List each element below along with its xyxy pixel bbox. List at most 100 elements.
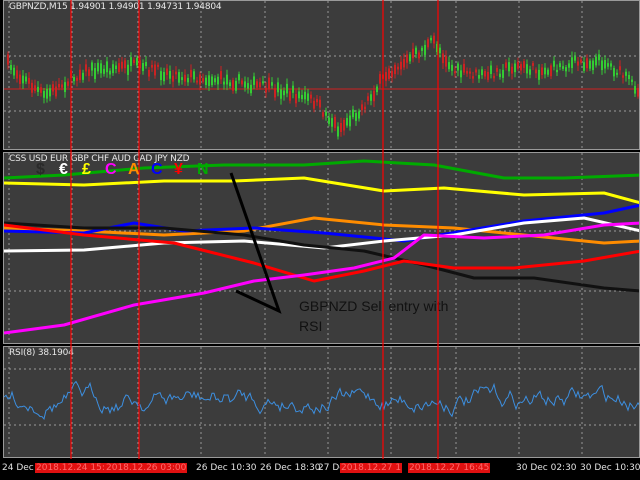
signal-time-label: 2018.12.26 03:00: [105, 463, 188, 473]
candle-body: [178, 72, 180, 83]
rsi-chart[interactable]: [4, 347, 640, 458]
candle-body: [10, 64, 12, 70]
candle-body: [448, 62, 450, 70]
candle-body: [124, 60, 126, 69]
candle-body: [427, 39, 429, 48]
candle-body: [439, 47, 441, 54]
candle-body: [550, 65, 552, 77]
candle-body: [577, 61, 579, 66]
candle-body: [205, 77, 207, 85]
candle-body: [16, 70, 18, 79]
candle-body: [46, 88, 48, 99]
candle-body: [376, 86, 378, 93]
candle-body: [274, 88, 276, 98]
candle-body: [490, 65, 492, 75]
candle-body: [463, 63, 465, 73]
candle-body: [631, 79, 633, 82]
candle-body: [118, 63, 120, 72]
candle-body: [223, 81, 225, 85]
candle-body: [484, 70, 486, 77]
candle-body: [19, 74, 21, 84]
candle-body: [403, 58, 405, 68]
candle-body: [637, 87, 639, 97]
candle-body: [568, 63, 570, 68]
candle-body: [343, 119, 345, 131]
candle-body: [103, 68, 105, 74]
candle-body: [442, 53, 444, 64]
candle-body: [610, 63, 612, 67]
candle-body: [142, 62, 144, 72]
candle-body: [454, 71, 456, 74]
candle-body: [562, 66, 564, 69]
candle-body: [628, 74, 630, 80]
candle-body: [13, 67, 15, 76]
candle-body: [373, 90, 375, 102]
candle-body: [58, 84, 60, 88]
candle-body: [535, 69, 537, 74]
candle-body: [82, 72, 84, 80]
time-label: 26 Dec 18:30: [260, 463, 321, 473]
candle-body: [262, 81, 264, 84]
candle-body: [79, 69, 81, 81]
candle-body: [400, 61, 402, 70]
candle-body: [499, 73, 501, 78]
candle-body: [28, 77, 30, 84]
candle-body: [229, 82, 231, 87]
candle-body: [295, 93, 297, 104]
candle-body: [265, 87, 267, 93]
rsi-panel[interactable]: RSI(8) 38.1904: [3, 346, 640, 458]
candle-body: [70, 70, 72, 78]
candle-body: [334, 116, 336, 128]
candle-body: [607, 63, 609, 67]
candle-body: [127, 64, 129, 75]
signal-time-label: 2018.12.27 1: [340, 463, 403, 473]
candle-body: [538, 69, 540, 80]
time-axis: 24 Dec 2018 2018.12.24 15:00 2018.12.26 03…: [0, 459, 640, 480]
candle-body: [34, 85, 36, 92]
rsi-panel-label: RSI(8) 38.1904: [9, 348, 74, 358]
candle-body: [445, 56, 447, 67]
candle-body: [160, 71, 162, 81]
candle-body: [523, 61, 525, 68]
candle-body: [412, 48, 414, 59]
candle-body: [25, 76, 27, 82]
candle-body: [355, 113, 357, 121]
candle-body: [235, 80, 237, 91]
candle-body: [151, 64, 153, 68]
candle-body: [106, 61, 108, 73]
price-panel[interactable]: GBPNZD,M15 1.94901 1.94901 1.94731 1.948…: [3, 0, 640, 150]
candle-body: [298, 91, 300, 99]
candle-body: [214, 78, 216, 83]
candle-body: [220, 71, 222, 80]
candle-body: [436, 43, 438, 53]
candle-body: [130, 57, 132, 66]
currency-strength-line: [4, 176, 639, 205]
candle-body: [481, 69, 483, 76]
candle-body: [382, 74, 384, 79]
candle-body: [52, 84, 54, 92]
candle-body: [202, 78, 204, 82]
candle-body: [457, 63, 459, 71]
candle-body: [496, 68, 498, 72]
candle-body: [169, 71, 171, 79]
candle-body: [475, 69, 477, 73]
candle-body: [592, 60, 594, 71]
candle-body: [283, 90, 285, 96]
candle-body: [595, 56, 597, 66]
candle-body: [307, 93, 309, 101]
candle-body: [613, 68, 615, 77]
candle-body: [244, 81, 246, 88]
candle-body: [346, 118, 348, 126]
candle-body: [544, 67, 546, 75]
candle-body: [166, 68, 168, 75]
candle-body: [532, 63, 534, 66]
candle-body: [328, 117, 330, 124]
price-chart[interactable]: [4, 1, 640, 150]
currency-symbol: €: [59, 161, 68, 178]
candle-body: [64, 82, 66, 93]
candle-body: [409, 54, 411, 62]
candle-body: [556, 69, 558, 73]
candle-body: [40, 87, 42, 93]
candle-body: [517, 61, 519, 69]
candle-body: [553, 60, 555, 67]
